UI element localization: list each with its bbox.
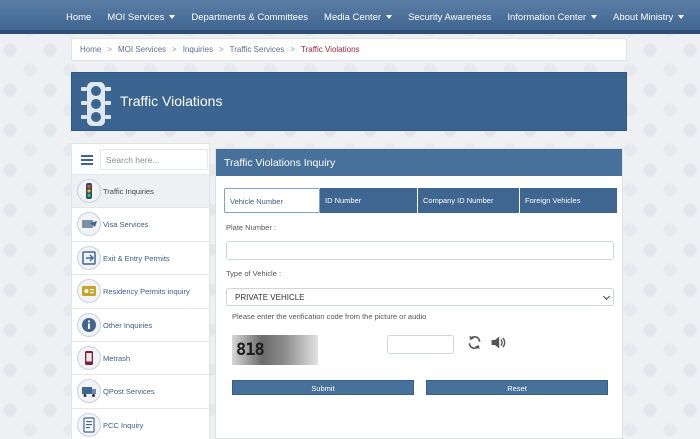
traffic-light-icon	[77, 179, 101, 203]
submit-button[interactable]: Submit	[232, 380, 414, 395]
sidebar-item-label: Metrash	[103, 353, 131, 363]
plate-number-label: Plate Number :	[226, 223, 277, 232]
captcha-input[interactable]	[387, 335, 454, 354]
sidebar-item-label: Other Inquiries	[103, 320, 153, 330]
sidebar-item-label: Exit & Entry Permits	[103, 253, 170, 263]
main-menu: Home MOI Services Departments & Committe…	[66, 0, 700, 34]
nav-item-security-awareness[interactable]: Security Awareness	[408, 12, 491, 23]
top-navigation-bar: Home MOI Services Departments & Committe…	[0, 0, 700, 34]
tab-foreign-vehicles[interactable]: Foreign Vehicles	[520, 188, 617, 213]
visa-icon	[77, 212, 101, 237]
breadcrumb-separator: >	[107, 45, 113, 54]
page-title: Traffic Violations	[120, 93, 223, 109]
nav-label: About Ministry	[613, 11, 674, 23]
nav-item-moi-services[interactable]: MOI Services	[107, 11, 176, 23]
sidebar-item-traffic-inquiries[interactable]: Traffic Inquiries	[72, 175, 209, 209]
traffic-light-icon	[81, 82, 111, 126]
vehicle-type-select[interactable]: PRIVATE VEHICLE	[226, 288, 614, 306]
breadcrumb-separator: >	[172, 45, 177, 54]
vehicle-type-selected-value: PRIVATE VEHICLE	[235, 293, 305, 302]
hamburger-menu-icon[interactable]	[81, 155, 93, 165]
nav-label: Home	[66, 11, 92, 23]
breadcrumb-moi-services[interactable]: MOI Services	[118, 45, 166, 54]
sidebar-item-label: Residency Permits inquiry	[103, 287, 190, 297]
nav-item-information-center[interactable]: Information Center	[507, 11, 598, 23]
chevron-down-icon	[678, 15, 685, 19]
qpost-icon	[77, 379, 101, 404]
sidebar-item-visa-services[interactable]: Visa Services	[72, 208, 209, 242]
metrash-icon	[77, 345, 101, 370]
captcha-image: 818	[232, 335, 318, 365]
vehicle-type-label: Type of Vehicle :	[226, 269, 282, 278]
sidebar-item-label: Traffic Inquiries	[103, 187, 154, 196]
sidebar-item-metrash[interactable]: Metrash	[72, 341, 209, 376]
sidebar-item-exit-entry-permits[interactable]: Exit & Entry Permits	[72, 241, 209, 276]
tab-vehicle-number[interactable]: Vehicle Number	[224, 188, 320, 213]
sidebar-item-label: Visa Services	[103, 220, 149, 230]
exit-entry-icon	[77, 245, 101, 270]
inquiry-panel-title: Traffic Violations Inquiry	[216, 149, 622, 176]
sidebar-search-input[interactable]	[100, 149, 208, 170]
inquiry-panel: Traffic Violations Inquiry Vehicle Numbe…	[215, 148, 623, 439]
sidebar-item-residency-permits[interactable]: Residency Permits inquiry	[72, 275, 209, 309]
nav-item-media-center[interactable]: Media Center	[324, 11, 393, 23]
plate-number-input[interactable]	[226, 241, 614, 260]
refresh-captcha-icon[interactable]	[466, 334, 483, 351]
nav-label: Security Awareness	[408, 11, 492, 23]
info-icon	[77, 312, 101, 337]
sidebar-search-row	[72, 144, 209, 175]
inquiry-tabs: Vehicle Number ID Number Company ID Numb…	[224, 188, 617, 213]
tab-id-number[interactable]: ID Number	[320, 188, 418, 213]
nav-item-about-ministry[interactable]: About Ministry	[613, 11, 685, 23]
nav-label: Departments & Committees	[191, 11, 309, 23]
chevron-down-icon	[386, 15, 393, 19]
breadcrumb-traffic-services[interactable]: Traffic Services	[230, 45, 285, 54]
captcha-code: 818	[236, 340, 265, 360]
nav-item-departments[interactable]: Departments & Committees	[191, 12, 308, 23]
chevron-down-icon	[169, 15, 176, 19]
nav-label: MOI Services	[107, 11, 165, 23]
page-banner: Traffic Violations	[71, 72, 627, 131]
sidebar-item-label: QPost Services	[103, 387, 155, 397]
sidebar-item-other-inquiries[interactable]: Other Inquiries	[72, 308, 209, 342]
captcha-instruction: Please enter the verification code from …	[232, 312, 427, 321]
breadcrumb-separator: >	[218, 45, 224, 54]
breadcrumb: Home > MOI Services > Inquiries > Traffi…	[71, 38, 627, 61]
sidebar: Traffic Inquiries Visa Services Exit & E…	[71, 143, 210, 439]
sidebar-item-label: PCC Inquiry	[103, 420, 144, 430]
nav-label: Media Center	[324, 11, 382, 23]
reset-button[interactable]: Reset	[426, 380, 608, 395]
nav-label: Information Center	[507, 11, 587, 23]
tab-company-id-number[interactable]: Company ID Number	[418, 188, 520, 213]
breadcrumb-home[interactable]: Home	[80, 45, 101, 54]
nav-item-home[interactable]: Home	[66, 12, 91, 23]
pcc-icon	[77, 412, 101, 437]
chevron-down-icon	[602, 292, 611, 301]
sidebar-item-qpost-services[interactable]: QPost Services	[72, 375, 209, 409]
breadcrumb-separator: >	[290, 45, 295, 54]
audio-captcha-icon[interactable]	[489, 334, 506, 351]
chevron-down-icon	[591, 15, 598, 19]
residency-icon	[77, 279, 101, 304]
sidebar-item-pcc-inquiry[interactable]: PCC Inquiry	[72, 408, 209, 439]
breadcrumb-inquiries[interactable]: Inquiries	[183, 45, 213, 54]
breadcrumb-current: Traffic Violations	[300, 45, 360, 54]
